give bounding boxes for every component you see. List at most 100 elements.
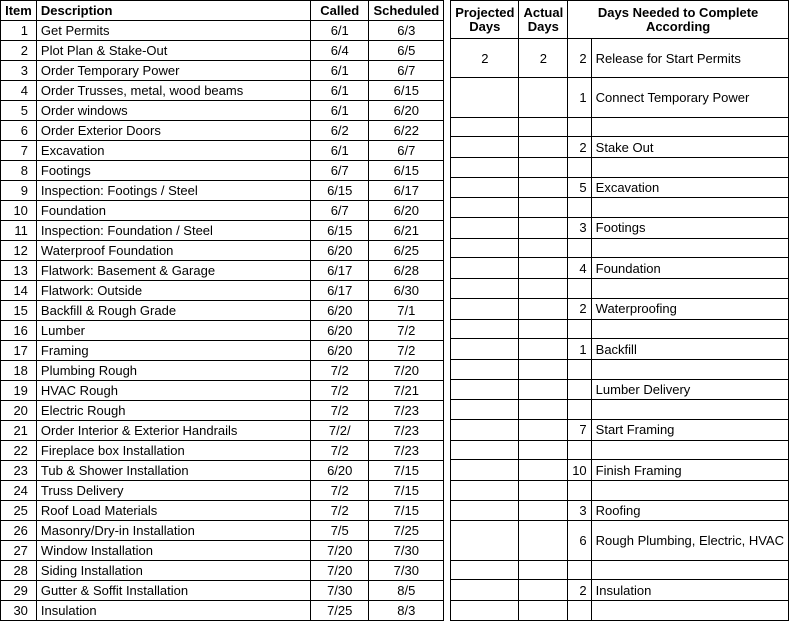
header-called: Called [311, 1, 369, 21]
cell-projected-days [451, 319, 519, 339]
cell-actual-days [519, 400, 568, 420]
cell-called: 6/7 [311, 201, 369, 221]
cell-note: Rough Plumbing, Electric, HVAC [591, 521, 788, 560]
table-row [451, 359, 789, 379]
cell-item: 19 [1, 381, 37, 401]
table-row: 22Fireplace box Installation7/27/23 [1, 441, 444, 461]
cell-description: Electric Rough [36, 401, 310, 421]
cell-scheduled: 7/23 [369, 441, 444, 461]
cell-note: Finish Framing [591, 460, 788, 481]
cell-description: Roof Load Materials [36, 501, 310, 521]
table-row: 25Roof Load Materials7/27/15 [1, 501, 444, 521]
table-row: 6Rough Plumbing, Electric, HVAC [451, 521, 789, 560]
cell-note [591, 198, 788, 218]
cell-note [591, 319, 788, 339]
cell-days-needed: 2 [568, 137, 591, 158]
cell-called: 6/2 [311, 121, 369, 141]
cell-scheduled: 6/22 [369, 121, 444, 141]
cell-scheduled: 8/5 [369, 581, 444, 601]
cell-scheduled: 6/15 [369, 81, 444, 101]
cell-actual-days [519, 560, 568, 580]
cell-actual-days [519, 78, 568, 117]
cell-called: 7/20 [311, 541, 369, 561]
cell-note: Release for Start Permits [591, 39, 788, 78]
table-row: 1Backfill [451, 339, 789, 360]
cell-called: 7/5 [311, 521, 369, 541]
cell-scheduled: 7/15 [369, 461, 444, 481]
cell-actual-days [519, 158, 568, 178]
table-row: 14Flatwork: Outside6/176/30 [1, 281, 444, 301]
cell-projected-days [451, 560, 519, 580]
cell-scheduled: 6/5 [369, 41, 444, 61]
cell-description: Order Interior & Exterior Handrails [36, 421, 310, 441]
cell-actual-days: 2 [519, 39, 568, 78]
header-description: Description [36, 1, 310, 21]
cell-note [591, 279, 788, 299]
table-row: 20Electric Rough7/27/23 [1, 401, 444, 421]
cell-days-needed [568, 560, 591, 580]
cell-note [591, 158, 788, 178]
cell-days-needed: 1 [568, 78, 591, 117]
cell-description: Framing [36, 341, 310, 361]
cell-scheduled: 7/30 [369, 541, 444, 561]
cell-description: HVAC Rough [36, 381, 310, 401]
cell-projected-days [451, 298, 519, 319]
cell-note [591, 400, 788, 420]
cell-description: Flatwork: Basement & Garage [36, 261, 310, 281]
cell-scheduled: 6/30 [369, 281, 444, 301]
cell-item: 17 [1, 341, 37, 361]
table-row: 26Masonry/Dry-in Installation7/57/25 [1, 521, 444, 541]
cell-scheduled: 6/25 [369, 241, 444, 261]
cell-actual-days [519, 218, 568, 239]
cell-note: Waterproofing [591, 298, 788, 319]
cell-item: 1 [1, 21, 37, 41]
cell-description: Flatwork: Outside [36, 281, 310, 301]
cell-projected-days [451, 601, 519, 621]
table-row [451, 440, 789, 460]
cell-scheduled: 6/15 [369, 161, 444, 181]
cell-called: 7/2 [311, 441, 369, 461]
cell-scheduled: 6/3 [369, 21, 444, 41]
cell-note [591, 359, 788, 379]
cell-scheduled: 7/23 [369, 421, 444, 441]
table-row: 5Excavation [451, 177, 789, 198]
cell-days-needed [568, 198, 591, 218]
cell-projected-days: 2 [451, 39, 519, 78]
table-row [451, 601, 789, 621]
cell-item: 22 [1, 441, 37, 461]
cell-called: 6/15 [311, 221, 369, 241]
cell-note [591, 117, 788, 137]
cell-projected-days [451, 198, 519, 218]
cell-actual-days [519, 198, 568, 218]
cell-item: 4 [1, 81, 37, 101]
cell-description: Plot Plan & Stake-Out [36, 41, 310, 61]
cell-actual-days [519, 601, 568, 621]
cell-description: Window Installation [36, 541, 310, 561]
cell-called: 6/17 [311, 281, 369, 301]
cell-days-needed: 7 [568, 419, 591, 440]
table-row [451, 560, 789, 580]
cell-called: 6/20 [311, 321, 369, 341]
cell-actual-days [519, 440, 568, 460]
table-row: 19HVAC Rough7/27/21 [1, 381, 444, 401]
cell-description: Insulation [36, 601, 310, 621]
cell-description: Excavation [36, 141, 310, 161]
cell-item: 11 [1, 221, 37, 241]
cell-item: 29 [1, 581, 37, 601]
cell-called: 6/1 [311, 101, 369, 121]
cell-description: Waterproof Foundation [36, 241, 310, 261]
table-row: 10Foundation6/76/20 [1, 201, 444, 221]
cell-called: 6/1 [311, 81, 369, 101]
cell-called: 7/30 [311, 581, 369, 601]
cell-item: 8 [1, 161, 37, 181]
table-row: 11Inspection: Foundation / Steel6/156/21 [1, 221, 444, 241]
cell-scheduled: 6/7 [369, 61, 444, 81]
cell-projected-days [451, 339, 519, 360]
table-row: 12Waterproof Foundation6/206/25 [1, 241, 444, 261]
cell-days-needed [568, 440, 591, 460]
cell-days-needed [568, 238, 591, 258]
cell-scheduled: 6/17 [369, 181, 444, 201]
cell-description: Masonry/Dry-in Installation [36, 521, 310, 541]
cell-called: 7/25 [311, 601, 369, 621]
table-row: 2Stake Out [451, 137, 789, 158]
